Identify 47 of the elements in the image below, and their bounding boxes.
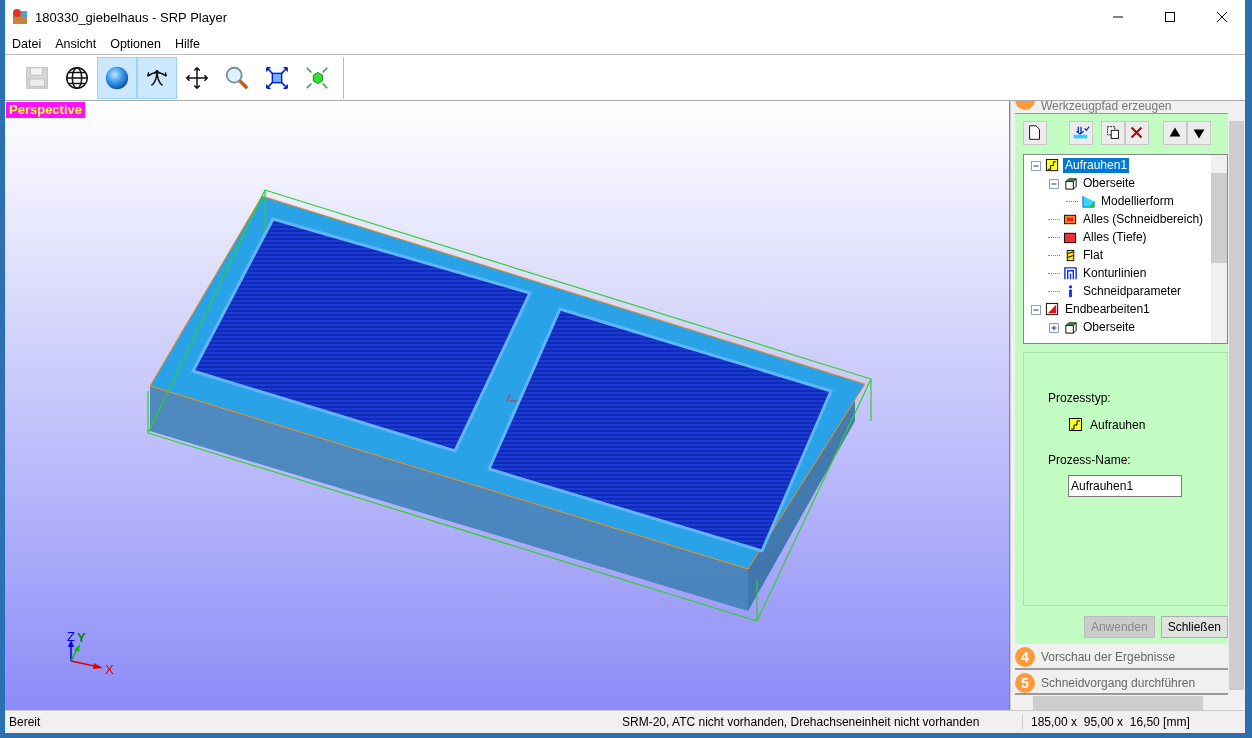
view-mode-label: Perspective — [6, 102, 85, 118]
expand-icon[interactable] — [1048, 321, 1060, 334]
collapse-icon[interactable] — [1048, 177, 1060, 190]
machine-status: SRM-20, ATC nicht vorhanden, Drehachseneinheit nicht vorhanden — [622, 715, 981, 729]
rough-process-icon — [1068, 416, 1084, 433]
window-title: 180330_giebelhaus - SRP Player — [35, 9, 228, 25]
tree-item[interactable]: Oberseite — [1081, 176, 1138, 192]
tree-item[interactable]: Schneidparameter — [1081, 284, 1184, 300]
sphere-tool-button[interactable] — [97, 56, 137, 99]
step-header[interactable]: 4 Vorschau der Ergebnisse — [1015, 645, 1228, 670]
axis-triad-drawing: ZY X — [61, 629, 121, 685]
menu-item[interactable]: Ansicht — [48, 37, 104, 51]
tree-item[interactable]: Alles (Schneidbereich) — [1081, 212, 1206, 228]
dimensions-text: 185,00 x 95,00 x 16,50 [mm] — [1022, 715, 1245, 729]
collapse-icon[interactable] — [1030, 159, 1042, 172]
contour-node-icon — [1063, 266, 1078, 282]
process-name-field[interactable]: Aufrauhen1 — [1068, 474, 1182, 497]
menu-item[interactable]: Optionen — [103, 37, 168, 51]
app-icon — [11, 8, 29, 26]
tree-scrollbar[interactable] — [1211, 154, 1227, 343]
menu-item[interactable]: Hilfe — [167, 37, 207, 51]
depth-node-icon — [1063, 230, 1078, 246]
rough-node-icon — [1045, 158, 1060, 174]
close-icon[interactable] — [1216, 11, 1228, 23]
process-name-label: Prozess-Name: — [1048, 452, 1132, 467]
process-type-label: Prozesstyp: — [1048, 390, 1112, 405]
tree-item[interactable]: Konturlinien — [1081, 266, 1149, 282]
rotate-tool-button[interactable] — [137, 56, 177, 99]
maximize-icon[interactable] — [1164, 11, 1176, 23]
surface-node-icon — [1063, 176, 1078, 192]
finish-node-icon — [1045, 302, 1060, 318]
tree-item[interactable]: Endbearbeiten1 — [1063, 302, 1152, 318]
collapse-icon[interactable] — [1030, 303, 1042, 316]
menu-item[interactable]: Datei — [5, 37, 49, 51]
tree-item[interactable]: Flat — [1081, 248, 1105, 264]
tree-item[interactable]: Modellierform — [1099, 194, 1176, 210]
step-header[interactable]: 5 Schneidvorgang durchführen — [1015, 671, 1228, 696]
surface-node-icon — [1063, 320, 1078, 336]
model-node-icon — [1081, 194, 1096, 210]
status-text: Bereit — [8, 715, 42, 729]
tree-item[interactable]: Oberseite — [1081, 320, 1138, 336]
close-panel-button[interactable]: Schließen — [1160, 615, 1228, 638]
tree-item[interactable]: Aufrauhen1 — [1063, 158, 1130, 174]
process-type-value: Aufrauhen — [1090, 417, 1146, 432]
section-title[interactable]: Werkzeugpfad erzeugen — [1041, 101, 1172, 112]
step-number-icon — [1015, 101, 1035, 112]
tree-item[interactable]: Alles (Tiefe) — [1081, 230, 1149, 246]
